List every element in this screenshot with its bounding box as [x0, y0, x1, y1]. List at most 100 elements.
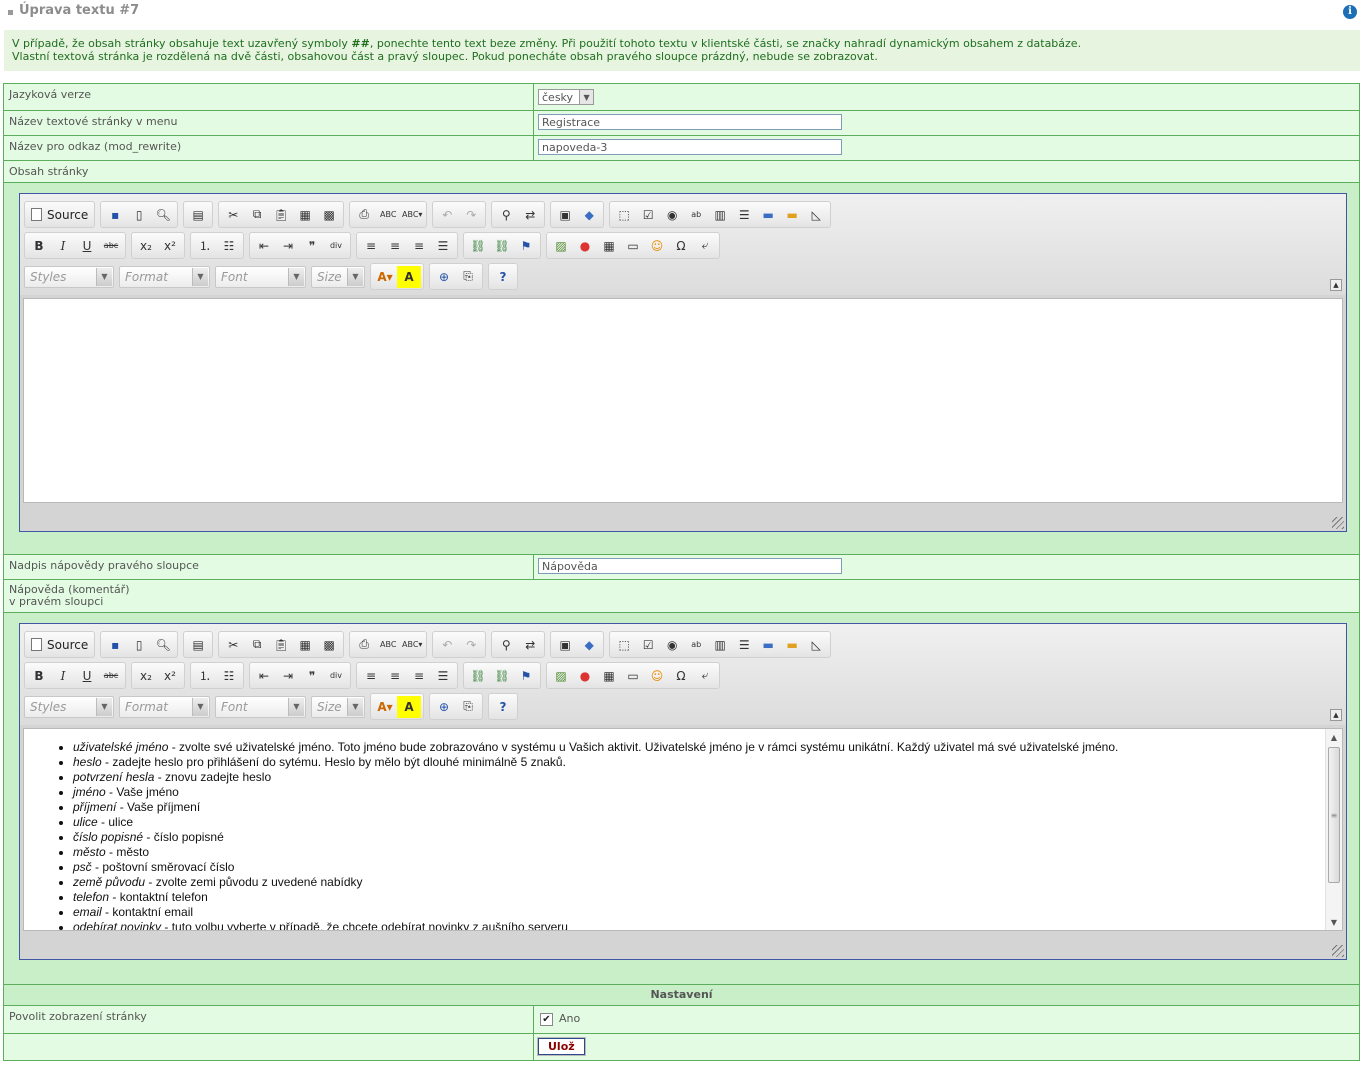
unlink-icon[interactable]: ⛓ — [490, 665, 514, 687]
maximize-icon[interactable]: ⊕ — [432, 266, 456, 288]
scayt-icon[interactable]: ABC▾ — [400, 204, 424, 226]
maximize-icon[interactable]: ⊕ — [432, 696, 456, 718]
numbered-list-icon[interactable]: ⒈ — [193, 235, 217, 257]
text-color-icon[interactable]: A▾ — [373, 696, 397, 718]
paste-word-icon[interactable]: ▩ — [317, 634, 341, 656]
justify-icon[interactable]: ☰ — [431, 235, 455, 257]
resize-handle-icon[interactable] — [1332, 517, 1344, 529]
italic-icon[interactable]: I — [51, 665, 75, 687]
preview-icon[interactable]: 🔍︎ — [151, 634, 175, 656]
subscript-icon[interactable]: x₂ — [134, 665, 158, 687]
flash-icon[interactable]: ● — [573, 235, 597, 257]
scroll-down-icon[interactable]: ▼ — [1326, 914, 1342, 930]
paste-icon[interactable]: 📋︎ — [269, 634, 293, 656]
div-icon[interactable]: div — [324, 235, 348, 257]
new-page-icon[interactable]: ▯ — [127, 204, 151, 226]
collapse-toolbar-icon[interactable]: ▲ — [1330, 709, 1342, 721]
button-field-icon[interactable]: ▬ — [756, 204, 780, 226]
remove-format-icon[interactable]: ◆ — [577, 634, 601, 656]
font-combo[interactable]: Font ▼ — [215, 265, 306, 288]
bg-color-icon[interactable]: A — [397, 695, 421, 718]
align-right-icon[interactable]: ≡ — [407, 665, 431, 687]
form-icon[interactable]: ⬚ — [612, 634, 636, 656]
spellcheck-icon[interactable]: ABC — [376, 204, 400, 226]
copy-icon[interactable]: ⧉ — [245, 204, 269, 226]
link-name-input[interactable]: napoveda-3 — [538, 139, 842, 155]
page-break-icon[interactable]: ⤶ — [693, 235, 717, 257]
hidden-field-icon[interactable]: ◺ — [804, 634, 828, 656]
image-icon[interactable]: ▨ — [549, 235, 573, 257]
redo-icon[interactable]: ↷ — [459, 634, 483, 656]
link-icon[interactable]: ⛓ — [466, 235, 490, 257]
templates-icon[interactable]: ▤ — [186, 204, 210, 226]
cut-icon[interactable]: ✂ — [221, 634, 245, 656]
bulleted-list-icon[interactable]: ☷ — [217, 235, 241, 257]
bulleted-list-icon[interactable]: ☷ — [217, 665, 241, 687]
new-page-icon[interactable]: ▯ — [127, 634, 151, 656]
unlink-icon[interactable]: ⛓ — [490, 235, 514, 257]
show-blocks-icon[interactable]: ⎘ — [456, 266, 480, 288]
select-field-icon[interactable]: ☰ — [732, 204, 756, 226]
smiley-icon[interactable]: ☺ — [645, 235, 669, 257]
smiley-icon[interactable]: ☺ — [645, 665, 669, 687]
textfield-icon[interactable]: ab — [684, 204, 708, 226]
collapse-toolbar-icon[interactable]: ▲ — [1330, 279, 1342, 291]
superscript-icon[interactable]: x² — [158, 665, 182, 687]
help-title-input[interactable]: Nápověda — [538, 558, 842, 574]
bold-icon[interactable]: B — [27, 235, 51, 257]
styles-combo[interactable]: Styles ▼ — [24, 695, 114, 718]
superscript-icon[interactable]: x² — [158, 235, 182, 257]
paste-icon[interactable]: 📋︎ — [269, 204, 293, 226]
justify-icon[interactable]: ☰ — [431, 665, 455, 687]
undo-icon[interactable]: ↶ — [435, 634, 459, 656]
form-icon[interactable]: ⬚ — [612, 204, 636, 226]
underline-icon[interactable]: U — [75, 235, 99, 257]
help-editing-area[interactable]: uživatelské jméno - zvolte své uživatels… — [23, 728, 1343, 931]
link-icon[interactable]: ⛓ — [466, 665, 490, 687]
blockquote-icon[interactable]: ❞ — [300, 665, 324, 687]
menu-name-input[interactable]: Registrace — [538, 114, 842, 130]
save-icon[interactable]: ▪ — [103, 204, 127, 226]
spellcheck-icon[interactable]: ABC — [376, 634, 400, 656]
div-icon[interactable]: div — [324, 665, 348, 687]
underline-icon[interactable]: U — [75, 665, 99, 687]
text-color-icon[interactable]: A▾ — [373, 266, 397, 288]
strike-icon[interactable]: abc — [99, 235, 123, 257]
special-char-icon[interactable]: Ω — [669, 235, 693, 257]
image-icon[interactable]: ▨ — [549, 665, 573, 687]
textarea-icon[interactable]: ▥ — [708, 634, 732, 656]
align-left-icon[interactable]: ≡ — [359, 235, 383, 257]
templates-icon[interactable]: ▤ — [186, 634, 210, 656]
styles-combo[interactable]: Styles ▼ — [24, 265, 114, 288]
subscript-icon[interactable]: x₂ — [134, 235, 158, 257]
checkbox-icon[interactable]: ☑ — [636, 634, 660, 656]
strike-icon[interactable]: abc — [99, 665, 123, 687]
anchor-icon[interactable]: ⚑ — [514, 235, 538, 257]
bold-icon[interactable]: B — [27, 665, 51, 687]
paste-word-icon[interactable]: ▩ — [317, 204, 341, 226]
content-editing-area[interactable] — [23, 298, 1343, 503]
allow-display-checkbox[interactable]: ✔ — [540, 1012, 553, 1026]
select-field-icon[interactable]: ☰ — [732, 634, 756, 656]
outdent-icon[interactable]: ⇤ — [252, 665, 276, 687]
size-combo[interactable]: Size ▼ — [311, 695, 365, 718]
image-button-icon[interactable]: ▬ — [780, 634, 804, 656]
select-all-icon[interactable]: ▣ — [553, 204, 577, 226]
copy-icon[interactable]: ⧉ — [245, 634, 269, 656]
italic-icon[interactable]: I — [51, 235, 75, 257]
paste-text-icon[interactable]: ▦ — [293, 204, 317, 226]
blockquote-icon[interactable]: ❞ — [300, 235, 324, 257]
resize-handle-icon[interactable] — [1332, 945, 1344, 957]
indent-icon[interactable]: ⇥ — [276, 235, 300, 257]
hidden-field-icon[interactable]: ◺ — [804, 204, 828, 226]
source-button[interactable]: Source — [27, 204, 92, 226]
table-icon[interactable]: ▦ — [597, 665, 621, 687]
paste-text-icon[interactable]: ▦ — [293, 634, 317, 656]
align-center-icon[interactable]: ≡ — [383, 665, 407, 687]
replace-icon[interactable]: ⇄ — [518, 204, 542, 226]
radio-icon[interactable]: ◉ — [660, 204, 684, 226]
checkbox-icon[interactable]: ☑ — [636, 204, 660, 226]
find-icon[interactable]: ⚲ — [494, 634, 518, 656]
special-char-icon[interactable]: Ω — [669, 665, 693, 687]
scroll-thumb[interactable]: ≡ — [1328, 747, 1340, 883]
